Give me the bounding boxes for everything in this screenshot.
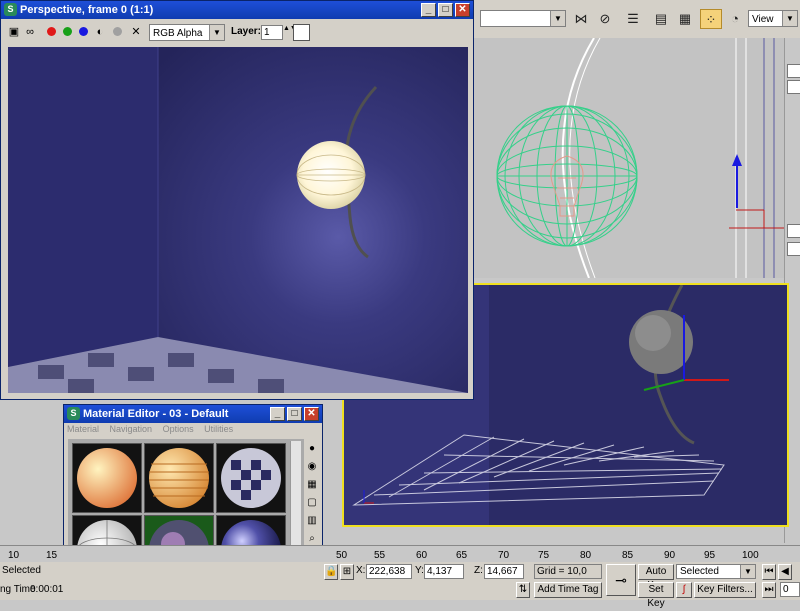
z-label: Z: — [474, 565, 483, 576]
rendered-frame-titlebar[interactable]: S Perspective, frame 0 (1:1) _ □ ✕ — [1, 1, 473, 19]
close-button[interactable]: ✕ — [304, 407, 319, 421]
chevron-down-icon: ▼ — [782, 11, 797, 26]
material-editor-icon[interactable]: ⁘ — [700, 9, 722, 29]
rendered-frame-window[interactable]: S Perspective, frame 0 (1:1) _ □ ✕ ▣ ∞ ◐… — [0, 0, 474, 400]
maximize-button[interactable]: □ — [287, 407, 302, 421]
timeline-tick: 65 — [456, 550, 468, 561]
timeline-tick: 85 — [622, 550, 634, 561]
menu-options[interactable]: Options — [163, 424, 194, 434]
timeline-tick: 55 — [374, 550, 386, 561]
menu-material[interactable]: Material — [67, 424, 99, 434]
green-channel-icon[interactable] — [63, 27, 72, 36]
material-slot[interactable] — [72, 443, 142, 513]
maximize-button[interactable]: □ — [438, 3, 453, 17]
z-coordinate-field[interactable]: 14,667 — [484, 564, 524, 579]
set-key-button[interactable]: Set Key — [638, 582, 674, 609]
clear-icon[interactable]: ✕ — [129, 25, 143, 39]
monochrome-icon[interactable] — [113, 27, 122, 36]
front-viewport[interactable] — [474, 37, 784, 279]
chevron-down-icon: ▼ — [740, 565, 755, 578]
blue-channel-icon[interactable] — [79, 27, 88, 36]
material-slot[interactable] — [144, 443, 214, 513]
timeline-tick: 90 — [664, 550, 676, 561]
current-frame-field[interactable]: 0 — [780, 582, 800, 597]
absolute-mode-icon[interactable]: ⊞ — [340, 564, 354, 580]
video-color-check-icon[interactable]: ▥ — [304, 513, 320, 529]
channel-dropdown[interactable]: RGB Alpha ▼ — [149, 24, 225, 41]
chevron-down-icon: ▼ — [550, 11, 565, 26]
menu-navigation[interactable]: Navigation — [110, 424, 153, 434]
auto-key-button[interactable]: Auto Key — [638, 564, 674, 591]
add-time-tag-button[interactable]: Add Time Tag — [534, 582, 602, 598]
main-toolbar: ▼ ⋈ ⊘ ☰ ▤ ▦ ⁘ ◔ View ▼ — [474, 0, 800, 39]
render-scene-icon[interactable]: ◔ — [724, 9, 746, 29]
command-panel-button[interactable] — [787, 64, 800, 78]
x-label: X: — [356, 565, 366, 576]
close-button[interactable]: ✕ — [455, 3, 470, 17]
color-swatch[interactable] — [293, 24, 310, 41]
key-icon[interactable]: ⊸ — [606, 564, 636, 596]
timeline-tick: 10 — [8, 550, 20, 561]
y-coordinate-field[interactable]: 4,137 — [424, 564, 464, 579]
lock-selection-icon[interactable]: 🔒 — [324, 564, 338, 580]
command-panel-button[interactable] — [787, 224, 800, 238]
track-view-icon[interactable]: ▤ — [650, 9, 672, 29]
minimize-button[interactable]: _ — [421, 3, 436, 17]
mirror-icon[interactable]: ⋈ — [570, 9, 592, 29]
y-label: Y: — [415, 565, 424, 576]
time-tag-icon[interactable]: ⇅ — [516, 582, 530, 598]
selection-status: Selected — [0, 564, 60, 579]
key-selection-dropdown[interactable]: Selected ▼ — [676, 564, 756, 579]
backlight-icon[interactable]: ◉ — [304, 459, 320, 475]
save-icon[interactable]: ▣ — [7, 25, 21, 39]
timeline-tick: 70 — [498, 550, 510, 561]
status-bar: Selected ng Time 0:00:01 🔒 ⊞ X: 222,638 … — [0, 562, 800, 609]
max-app-icon: S — [67, 407, 80, 420]
render-toolbar: ▣ ∞ ◐ ✕ RGB Alpha ▼ Layer: 1 ▲▼ — [3, 21, 471, 45]
timeline-tick: 60 — [416, 550, 428, 561]
key-filters-button[interactable]: Key Filters... — [694, 582, 756, 598]
max-app-icon: S — [4, 3, 17, 16]
front-viewport-wireframe — [474, 37, 784, 279]
timeline-tick: 50 — [336, 550, 348, 561]
layer-spinner[interactable]: 1 — [261, 25, 283, 40]
timeline-tick: 80 — [580, 550, 592, 561]
chevron-down-icon: ▼ — [209, 25, 224, 40]
command-panel-button[interactable] — [787, 80, 800, 94]
schematic-view-icon[interactable]: ▦ — [674, 9, 696, 29]
minimize-button[interactable]: _ — [270, 407, 285, 421]
background-checker-icon[interactable]: ▦ — [304, 477, 320, 493]
red-channel-icon[interactable] — [47, 27, 56, 36]
timeline-tick: 95 — [704, 550, 716, 561]
go-to-end-icon[interactable]: ⏭ — [762, 582, 776, 598]
clone-icon[interactable]: ∞ — [23, 25, 37, 39]
material-slot[interactable] — [216, 443, 286, 513]
sample-type-icon[interactable]: ● — [304, 441, 320, 457]
alpha-channel-icon[interactable]: ◐ — [93, 25, 107, 39]
rendered-image — [8, 47, 468, 393]
command-panel-button[interactable] — [787, 242, 800, 256]
spinner-arrows-icon[interactable]: ▲▼ — [283, 25, 297, 39]
timeline-tick: 75 — [538, 550, 550, 561]
render-view-dropdown[interactable]: View ▼ — [748, 10, 798, 27]
uv-tiling-icon[interactable]: ▢ — [304, 495, 320, 511]
x-coordinate-field[interactable]: 222,638 — [366, 564, 412, 579]
layer-manager-icon[interactable]: ☰ — [622, 9, 644, 29]
timeline-tick: 15 — [46, 550, 58, 561]
selection-set-dropdown[interactable]: ▼ — [480, 10, 566, 27]
align-icon[interactable]: ⊘ — [594, 9, 616, 29]
menu-utilities[interactable]: Utilities — [204, 424, 233, 434]
render-time-value: 0:00:01 — [30, 584, 64, 595]
material-editor-titlebar[interactable]: S Material Editor - 03 - Default _ □ ✕ — [64, 405, 322, 423]
grid-size-display: Grid = 10,0 — [534, 564, 602, 579]
go-to-start-icon[interactable]: ⏮ — [762, 564, 776, 580]
layer-label: Layer: — [231, 26, 262, 37]
previous-frame-icon[interactable]: ◀ — [778, 564, 792, 580]
timeline-tick: 100 — [742, 550, 759, 561]
material-editor-menubar: Material Navigation Options Utilities — [67, 424, 319, 438]
key-mode-icon[interactable]: ∫ — [676, 582, 692, 598]
